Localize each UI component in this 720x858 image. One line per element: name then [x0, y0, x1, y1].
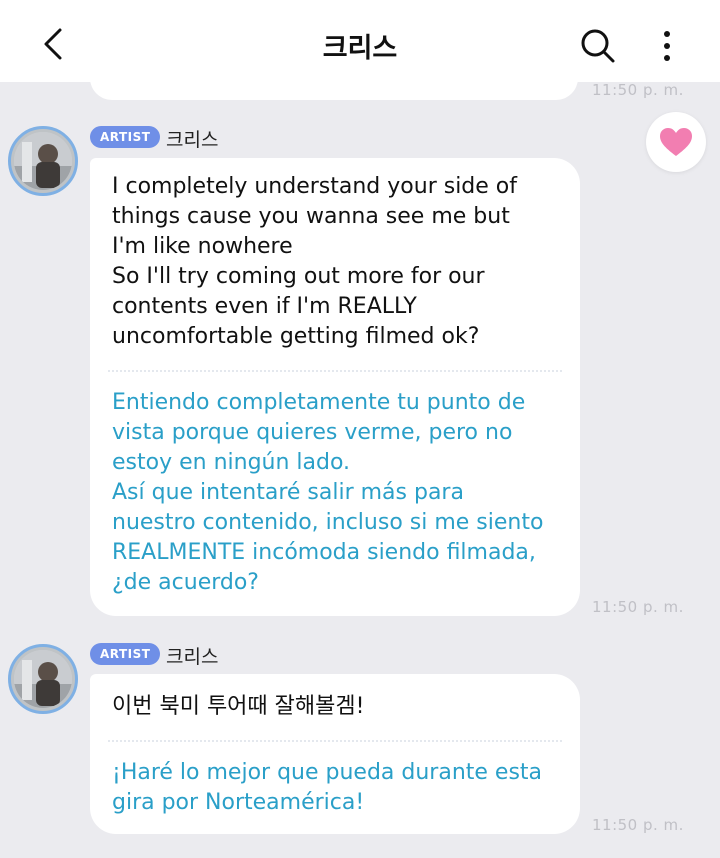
avatar-photo: [14, 132, 72, 190]
avatar[interactable]: [8, 644, 78, 714]
message-original-text: 이번 북미 투어때 잘해볼겜!: [112, 694, 365, 719]
sender-name: 크리스: [166, 129, 219, 151]
search-button[interactable]: [578, 26, 618, 66]
message-bubble[interactable]: I completely understand your side of thi…: [90, 158, 580, 616]
message-translation-text: Entiendo completamente tu punto de vista…: [112, 390, 544, 595]
message-original-text: I completely understand your side of thi…: [112, 174, 518, 349]
avatar[interactable]: [8, 126, 78, 196]
message-time: 11:50 p. m.: [592, 598, 684, 616]
app-header: 크리스: [0, 0, 720, 82]
message-time: 11:50 p. m.: [592, 81, 684, 99]
message-time: 11:50 p. m.: [592, 816, 684, 834]
like-button[interactable]: [646, 112, 706, 172]
message-translation-text: ¡Haré lo mejor que pueda durante esta gi…: [112, 760, 543, 815]
more-options-button[interactable]: [652, 26, 682, 66]
artist-badge: ARTIST: [90, 126, 161, 148]
message-bubble[interactable]: 이번 북미 투어때 잘해볼겜! ¡Haré lo mejor que pueda…: [90, 674, 580, 834]
artist-badge: ARTIST: [90, 643, 161, 665]
sender-name: 크리스: [166, 646, 219, 668]
heart-icon: [660, 128, 692, 156]
search-icon: [581, 29, 615, 63]
more-vertical-icon: [664, 31, 670, 61]
translation-divider: [108, 740, 562, 742]
translation-divider: [108, 370, 562, 372]
avatar-photo: [14, 650, 72, 708]
